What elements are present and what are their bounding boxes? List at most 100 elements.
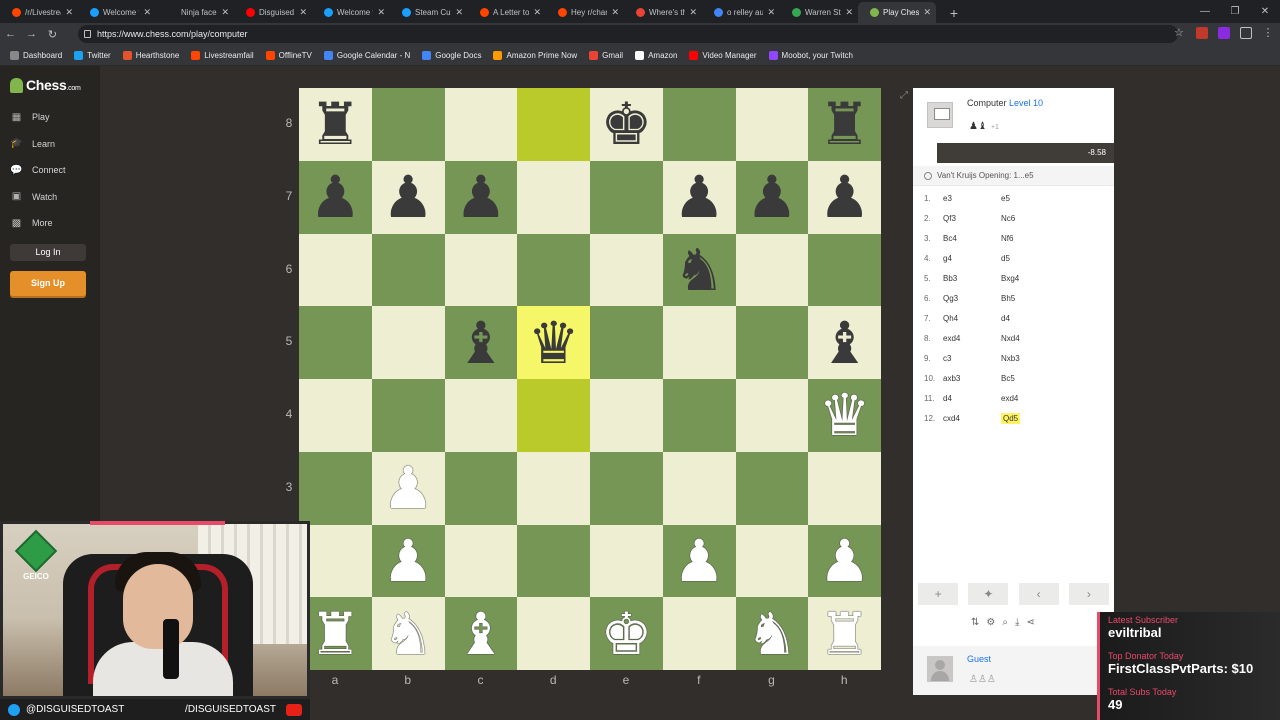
nav-item-learn[interactable]: 🎓 Learn — [10, 131, 66, 158]
url-input[interactable]: https://www.chess.com/play/computer — [78, 25, 1178, 43]
browser-tab[interactable]: A Letter to Bl✕ — [468, 2, 546, 23]
bookmark-item[interactable]: Video Manager — [689, 50, 757, 60]
white-move[interactable]: exd4 — [943, 334, 1001, 343]
black-bishop-icon[interactable]: ♝ — [455, 314, 507, 372]
square-a3[interactable] — [299, 451, 372, 525]
tab-close-icon[interactable]: ✕ — [299, 7, 307, 18]
tab-close-icon[interactable]: ✕ — [455, 7, 463, 18]
white-move[interactable]: Bb3 — [943, 274, 1001, 283]
white-king-icon[interactable]: ♚ — [600, 605, 652, 663]
square-e8[interactable]: ♚ — [590, 88, 663, 161]
square-c8[interactable] — [444, 88, 518, 161]
signup-button[interactable]: Sign Up — [10, 271, 86, 296]
maximize-icon[interactable]: ❐ — [1220, 0, 1250, 22]
black-move[interactable]: d4 — [1001, 314, 1059, 323]
previous-move-button[interactable]: ‹ — [1018, 583, 1059, 605]
square-e3[interactable] — [590, 451, 663, 525]
tab-close-icon[interactable]: ✕ — [611, 7, 619, 18]
square-b4[interactable] — [371, 379, 445, 452]
white-move[interactable]: Qg3 — [943, 294, 1001, 303]
bookmark-item[interactable]: Gmail — [589, 50, 623, 60]
tab-close-icon[interactable]: ✕ — [767, 7, 775, 18]
black-pawn-icon[interactable]: ♟ — [673, 168, 725, 226]
square-h7[interactable]: ♟ — [808, 160, 881, 234]
white-move[interactable]: c3 — [943, 354, 1001, 363]
black-move[interactable]: Nf6 — [1001, 234, 1059, 243]
white-bishop-icon[interactable]: ♝ — [455, 605, 507, 663]
player-name[interactable]: Guest — [967, 654, 991, 664]
square-d1[interactable] — [517, 597, 590, 670]
black-pawn-icon[interactable]: ♟ — [382, 168, 434, 226]
menu-icon[interactable]: ⋮ — [1262, 27, 1274, 39]
square-h3[interactable] — [808, 451, 881, 525]
browser-tab[interactable]: Warren Street✕ — [780, 2, 858, 23]
white-rook-icon[interactable]: ♜ — [309, 605, 361, 663]
square-c7[interactable]: ♟ — [444, 160, 518, 234]
square-b7[interactable]: ♟ — [371, 160, 445, 234]
square-e2[interactable] — [590, 524, 663, 598]
black-pawn-icon[interactable]: ♟ — [746, 168, 798, 226]
square-a6[interactable] — [299, 233, 372, 307]
browser-tab[interactable]: Welcome to St✕ — [312, 2, 390, 23]
hint-bulb-icon[interactable]: ✦ — [968, 583, 1009, 605]
square-g4[interactable] — [735, 379, 809, 452]
white-move[interactable]: Bc4 — [943, 234, 1001, 243]
new-game-button[interactable]: + — [918, 583, 959, 605]
nav-item-play[interactable]: ▦ Play — [10, 104, 66, 131]
square-g1[interactable]: ♞ — [735, 597, 809, 670]
bookmark-item[interactable]: Dashboard — [10, 50, 62, 60]
square-c2[interactable] — [444, 524, 518, 598]
bookmark-item[interactable]: Google Calendar - N — [323, 50, 410, 60]
black-rook-icon[interactable]: ♜ — [309, 95, 361, 153]
white-queen-icon[interactable]: ♛ — [819, 386, 871, 444]
square-f1[interactable] — [662, 597, 736, 670]
back-arrow-icon[interactable]: ← — [0, 28, 21, 40]
minimize-icon[interactable]: — — [1190, 0, 1220, 22]
bookmark-item[interactable]: Moobot, your Twitch — [768, 50, 853, 60]
square-e4[interactable] — [590, 379, 663, 452]
browser-tab[interactable]: Hey r/change✕ — [546, 2, 624, 23]
square-g3[interactable] — [735, 451, 809, 525]
black-move[interactable]: Bh5 — [1001, 294, 1059, 303]
extension-icon[interactable] — [1218, 27, 1230, 39]
square-c4[interactable] — [444, 379, 518, 452]
square-f3[interactable] — [662, 451, 736, 525]
chess-board[interactable]: ♜ ♚ ♜ ♟ ♟ ♟ ♟ ♟ ♟ ♞ ♝ ♛ ♝ ♛ ♟ ♟ ♟ ♟ ♜ ♞ ♝ ♚ ♞ ♜ — [299, 88, 881, 670]
square-a5[interactable] — [299, 306, 372, 379]
settings-gear-icon[interactable]: ⚙ — [986, 617, 995, 628]
tab-close-icon[interactable]: ✕ — [377, 7, 385, 18]
square-h5[interactable]: ♝ — [808, 306, 881, 379]
tab-close-icon[interactable]: ✕ — [845, 7, 853, 18]
square-a4[interactable] — [299, 379, 372, 452]
square-d2[interactable] — [517, 524, 590, 598]
square-c5[interactable]: ♝ — [444, 306, 518, 379]
black-queen-icon[interactable]: ♛ — [528, 314, 580, 372]
square-g8[interactable] — [735, 88, 809, 161]
forward-arrow-icon[interactable]: → — [21, 28, 42, 40]
black-move[interactable]: d5 — [1001, 254, 1059, 263]
square-e1[interactable]: ♚ — [590, 597, 663, 670]
white-move[interactable]: d4 — [943, 394, 1001, 403]
square-f8[interactable] — [662, 88, 736, 161]
adblock-icon[interactable] — [1196, 27, 1208, 39]
black-move[interactable]: Bc5 — [1001, 374, 1059, 383]
black-move[interactable]: exd4 — [1001, 394, 1059, 403]
new-tab-icon[interactable]: + — [944, 2, 964, 23]
square-a8[interactable]: ♜ — [299, 88, 372, 161]
black-pawn-icon[interactable]: ♟ — [309, 168, 361, 226]
download-icon[interactable]: ⤓ — [1015, 617, 1019, 628]
square-e7[interactable] — [590, 160, 663, 234]
square-c3[interactable] — [444, 451, 518, 525]
square-e5[interactable] — [590, 306, 663, 379]
tab-close-icon[interactable]: ✕ — [533, 7, 541, 18]
nav-item-more[interactable]: ▩ More — [10, 210, 66, 237]
bookmark-item[interactable]: Amazon Prime Now — [493, 50, 577, 60]
white-pawn-icon[interactable]: ♟ — [382, 532, 434, 590]
white-pawn-icon[interactable]: ♟ — [819, 532, 871, 590]
bookmark-star-icon[interactable]: ☆ — [1174, 27, 1186, 39]
square-g6[interactable] — [735, 233, 809, 307]
square-f7[interactable]: ♟ — [662, 160, 736, 234]
square-g5[interactable] — [735, 306, 809, 379]
square-a7[interactable]: ♟ — [299, 160, 372, 234]
cast-icon[interactable] — [1240, 27, 1252, 39]
